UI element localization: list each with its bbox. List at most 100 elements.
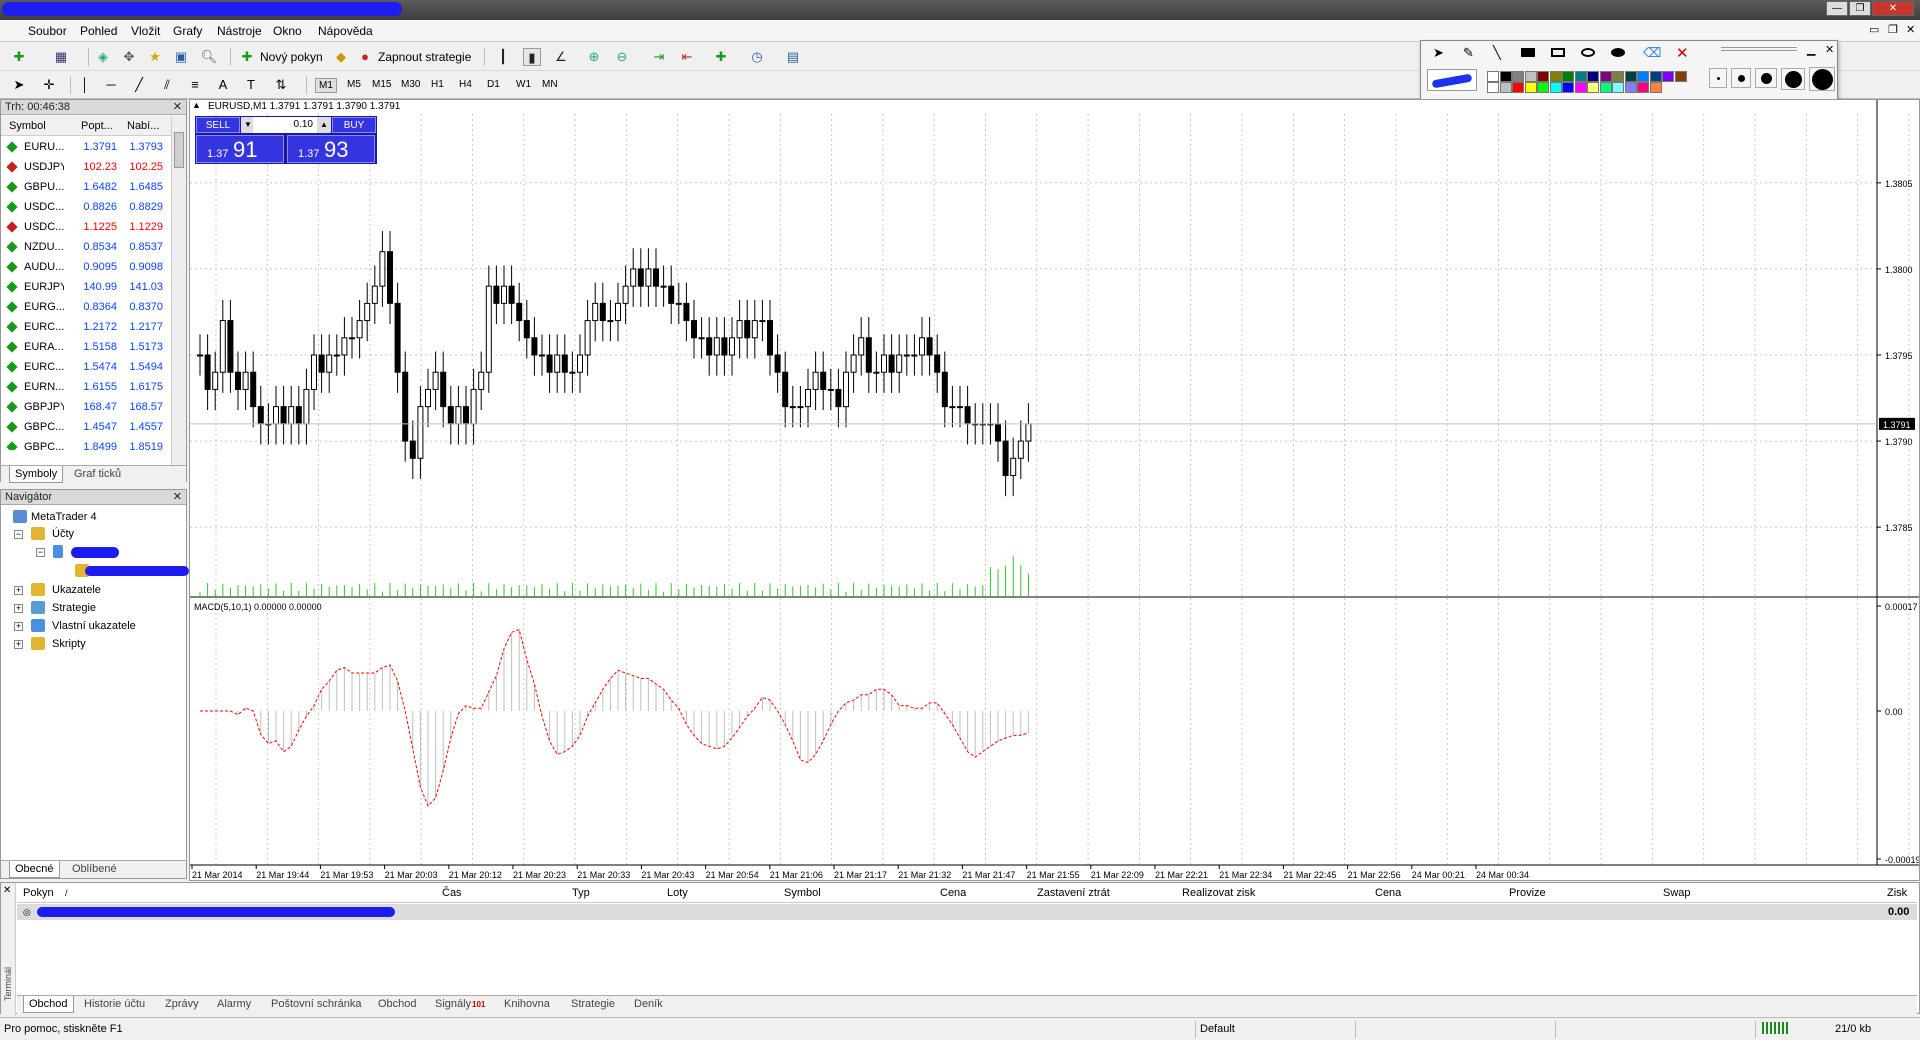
tab-symbols[interactable]: Symboly (9, 466, 64, 483)
arrows-icon[interactable]: ⇅ (272, 76, 290, 94)
tree-scripts[interactable]: Skripty (52, 636, 86, 652)
navigator-icon[interactable]: ★ (146, 48, 164, 66)
color-swatch[interactable] (1562, 71, 1574, 82)
color-swatch[interactable] (1487, 71, 1499, 82)
market-watch-row[interactable]: EURA... 1.5158 1.5173 (1, 337, 171, 357)
dot-size-4[interactable] (1781, 68, 1805, 90)
scripts-expand-icon[interactable]: + (14, 640, 23, 649)
chart-collapse-icon[interactable]: ▲ (192, 100, 201, 110)
balance-row[interactable]: ◎ 0.00 (17, 904, 1917, 920)
timeframe-d1[interactable]: D1 (484, 78, 503, 91)
market-watch-row[interactable]: EURU... 1.3791 1.3793 (1, 137, 171, 157)
color-swatch[interactable] (1599, 82, 1612, 93)
lot-up-icon[interactable]: ▲ (317, 117, 331, 133)
tab-tick-chart[interactable]: Graf ticků (69, 466, 126, 483)
accounts-collapse-icon[interactable]: − (14, 530, 23, 539)
menu-view[interactable]: Pohled (80, 24, 117, 38)
color-swatch[interactable] (1587, 82, 1599, 93)
col-current-price[interactable]: Cena (1375, 883, 1401, 903)
data-window-icon[interactable]: ✥ (120, 48, 138, 66)
cursor-icon[interactable]: ➤ (10, 76, 28, 94)
col-symbol[interactable]: Symbol (9, 120, 46, 132)
tab-experts[interactable]: Strategie (566, 996, 620, 1013)
market-watch-row[interactable]: EURG... 0.8364 0.8370 (1, 297, 171, 317)
menu-file[interactable]: Soubor (28, 24, 67, 38)
templates-icon[interactable]: ▤ (784, 48, 802, 66)
color-swatch[interactable] (1562, 82, 1574, 93)
menu-window[interactable]: Okno (273, 24, 302, 38)
market-watch-row[interactable]: GBPC... 1.8499 1.8519 (1, 437, 171, 450)
tree-accounts[interactable]: Účty (52, 526, 74, 542)
zoom-out-icon[interactable]: ⊖ (613, 48, 631, 66)
timeframe-m1[interactable]: M1 (315, 78, 337, 93)
palette-cursor-icon[interactable]: ➤ (1433, 45, 1444, 61)
chart-window[interactable]: 1.3805 1.3800 1.3795 1.3790 1.3785 1.3791 MACD… (189, 99, 1920, 881)
color-swatch[interactable] (1537, 71, 1549, 82)
minimize-button[interactable]: — (1826, 1, 1848, 16)
col-swap[interactable]: Swap (1663, 883, 1691, 903)
market-watch-row[interactable]: AUDU... 0.9095 0.9098 (1, 257, 171, 277)
vertical-line-icon[interactable]: │ (76, 76, 94, 94)
market-watch-close-icon[interactable]: ✕ (173, 100, 182, 115)
text-icon[interactable]: A (214, 76, 232, 94)
tab-market[interactable]: Obchod (373, 996, 422, 1013)
market-watch-row[interactable]: EURC... 1.2172 1.2177 (1, 317, 171, 337)
menu-insert[interactable]: Vložit (131, 24, 160, 38)
profiles-icon[interactable]: ▦ (52, 48, 70, 66)
mdi-close-icon[interactable]: ✕ (1906, 23, 1915, 36)
tree-experts[interactable]: Strategie (52, 600, 96, 616)
market-watch-row[interactable]: EURN... 1.6155 1.6175 (1, 377, 171, 397)
col-commission[interactable]: Provize (1509, 883, 1546, 903)
crosshair-icon[interactable]: ✛ (40, 76, 58, 94)
market-watch-row[interactable]: USDC... 0.8826 0.8829 (1, 197, 171, 217)
buy-price[interactable]: 1.37 93 (287, 135, 375, 163)
bar-chart-icon[interactable]: ┃ (494, 48, 512, 66)
tree-root[interactable]: MetaTrader 4 (31, 509, 97, 525)
tab-journal[interactable]: Deník (629, 996, 668, 1013)
terminal-icon[interactable]: ▣ (172, 48, 190, 66)
col-type[interactable]: Typ (572, 883, 590, 903)
tab-mailbox[interactable]: Poštovní schránka (266, 996, 367, 1013)
col-stop-loss[interactable]: Zastavení ztrát (1037, 883, 1110, 903)
indicators-expand-icon[interactable]: + (14, 586, 23, 595)
col-symbol[interactable]: Symbol (784, 883, 821, 903)
color-swatch[interactable] (1637, 82, 1649, 93)
col-order[interactable]: Pokyn (23, 883, 54, 903)
navigator-close-icon[interactable]: ✕ (173, 490, 182, 505)
color-swatch[interactable] (1549, 82, 1562, 93)
color-swatch[interactable] (1524, 82, 1537, 93)
color-swatch[interactable] (1574, 71, 1587, 82)
tab-news[interactable]: Zprávy (160, 996, 204, 1013)
custom-indicators-expand-icon[interactable]: + (14, 622, 23, 631)
dot-size-3[interactable] (1755, 68, 1777, 88)
timeframe-m30[interactable]: M30 (398, 78, 423, 91)
col-take-profit[interactable]: Realizovat zisk (1182, 883, 1255, 903)
new-chart-icon[interactable]: ✚ (10, 48, 28, 66)
color-swatch[interactable] (1549, 71, 1562, 82)
color-swatch[interactable] (1587, 71, 1599, 82)
channel-icon[interactable]: ⫽ (158, 76, 176, 94)
menu-tools[interactable]: Nástroje (217, 24, 262, 38)
color-swatch[interactable] (1624, 82, 1637, 93)
tab-alerts[interactable]: Alarmy (212, 996, 256, 1013)
trendline-icon[interactable]: ╱ (130, 76, 148, 94)
col-price[interactable]: Cena (940, 883, 966, 903)
dot-size-1[interactable] (1709, 68, 1727, 88)
connection-icon[interactable] (1762, 1022, 1788, 1034)
market-watch-row[interactable]: EURJPY 140.99 141.03 (1, 277, 171, 297)
color-swatch[interactable] (1499, 71, 1512, 82)
timeframe-m5[interactable]: M5 (344, 78, 364, 91)
market-watch-scrollbar[interactable] (171, 116, 186, 467)
color-swatch[interactable] (1612, 71, 1624, 82)
color-swatch[interactable] (1624, 71, 1637, 82)
pencil-icon[interactable]: ✎ (1463, 45, 1474, 61)
buy-button[interactable]: BUY (332, 117, 376, 133)
zoom-in-icon[interactable]: ⊕ (585, 48, 603, 66)
tab-code-base[interactable]: Knihovna (499, 996, 555, 1013)
tree-custom-indicators[interactable]: Vlastní ukazatele (52, 618, 136, 634)
autoscroll-icon[interactable]: ⇥ (650, 48, 668, 66)
horizontal-line-icon[interactable]: ─ (102, 76, 120, 94)
terminal-close-icon[interactable]: ✕ (3, 885, 11, 896)
color-swatch[interactable] (1599, 71, 1612, 82)
market-watch-row[interactable]: USDC... 1.1225 1.1229 (1, 217, 171, 237)
